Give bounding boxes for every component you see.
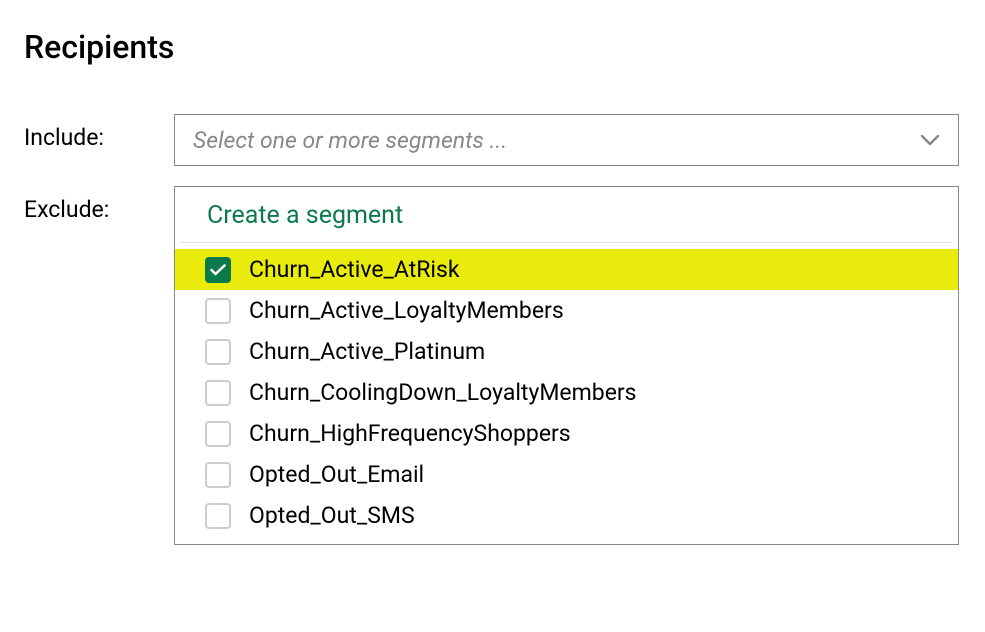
- segment-label: Churn_HighFrequencyShoppers: [249, 420, 571, 447]
- checkbox[interactable]: [205, 298, 231, 324]
- checkbox[interactable]: [205, 503, 231, 529]
- segment-label: Churn_Active_LoyaltyMembers: [249, 297, 564, 324]
- page-title: Recipients: [24, 28, 961, 66]
- segment-item[interactable]: Opted_Out_SMS: [175, 495, 958, 536]
- checkbox[interactable]: [205, 421, 231, 447]
- include-placeholder: Select one or more segments ...: [193, 127, 507, 154]
- segment-label: Churn_Active_AtRisk: [249, 256, 460, 283]
- segment-item[interactable]: Churn_Active_AtRisk: [175, 249, 958, 290]
- segment-label: Churn_CoolingDown_LoyaltyMembers: [249, 379, 637, 406]
- segment-list: Churn_Active_AtRisk Churn_Active_LoyaltyM…: [175, 249, 958, 536]
- exclude-label: Exclude:: [24, 186, 174, 223]
- segment-item[interactable]: Churn_HighFrequencyShoppers: [175, 413, 958, 454]
- chevron-down-icon: [920, 134, 940, 146]
- segment-item[interactable]: Churn_Active_Platinum: [175, 331, 958, 372]
- segment-label: Opted_Out_Email: [249, 461, 424, 488]
- checkbox[interactable]: [205, 380, 231, 406]
- segment-item[interactable]: Churn_CoolingDown_LoyaltyMembers: [175, 372, 958, 413]
- include-label: Include:: [24, 114, 174, 151]
- exclude-dropdown-panel: Create a segment Churn_Active_AtRiskChur…: [174, 186, 959, 545]
- segment-item[interactable]: Churn_Active_LoyaltyMembers: [175, 290, 958, 331]
- segment-label: Churn_Active_Platinum: [249, 338, 485, 365]
- include-select[interactable]: Select one or more segments ...: [174, 114, 959, 166]
- checkbox-checked[interactable]: [205, 257, 231, 283]
- create-segment-link[interactable]: Create a segment: [181, 197, 952, 243]
- include-row: Include: Select one or more segments ...: [24, 114, 961, 166]
- segment-item[interactable]: Opted_Out_Email: [175, 454, 958, 495]
- checkbox[interactable]: [205, 462, 231, 488]
- exclude-row: Exclude: Create a segment Churn_Active_A…: [24, 186, 961, 545]
- segment-label: Opted_Out_SMS: [249, 502, 415, 529]
- checkbox[interactable]: [205, 339, 231, 365]
